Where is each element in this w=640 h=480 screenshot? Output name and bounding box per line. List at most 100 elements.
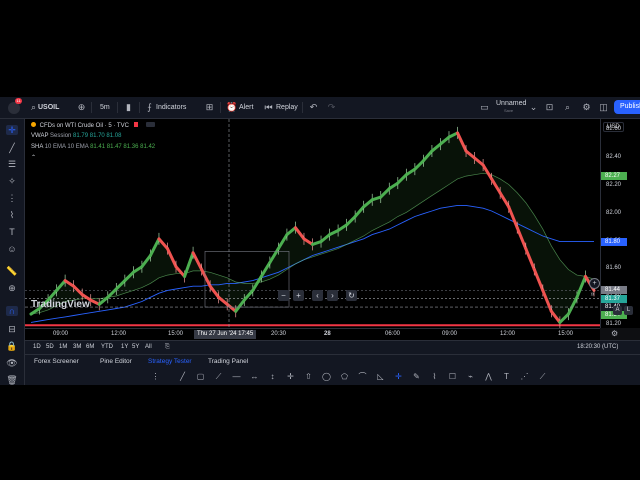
auto-scale-button[interactable]: A	[613, 306, 622, 315]
time-axis-settings-icon[interactable]: ⚙	[611, 329, 618, 338]
price-marker-badge: 81.80	[601, 237, 627, 246]
pen-tool-icon[interactable]: ✎	[411, 371, 422, 382]
bottom-panel-tabs: Forex Screener Pine Editor Strategy Test…	[25, 354, 640, 369]
exchange-logo	[31, 122, 36, 127]
polyline-tool-icon[interactable]: ⌁	[465, 371, 476, 382]
text-tool-icon[interactable]: T	[501, 371, 512, 382]
range-button-ytd[interactable]: YTD	[101, 341, 113, 354]
tab-pine-editor[interactable]: Pine Editor	[100, 355, 132, 369]
add-alert-plus-icon[interactable]: +	[589, 278, 600, 289]
crosshair-tool-icon[interactable]: ✛	[393, 371, 404, 382]
time-tick-label: 12:00	[500, 331, 516, 337]
line-tool-icon[interactable]: ╱	[177, 371, 188, 382]
range-button-5y[interactable]: 5Y	[132, 341, 139, 354]
scroll-left-button[interactable]: ‹	[312, 290, 323, 301]
range-button-all[interactable]: All	[145, 341, 152, 354]
ray-tool-icon[interactable]: ⟋	[213, 371, 224, 382]
price-axis[interactable]: USD 82.6082.4082.2082.0081.8081.6081.408…	[589, 119, 640, 328]
layout-icon[interactable]: ▭	[479, 102, 490, 113]
redo-icon[interactable]: ↷	[326, 102, 337, 113]
reset-chart-button[interactable]: ↻	[346, 290, 357, 301]
log-scale-button[interactable]: L	[624, 306, 633, 315]
replay-button[interactable]: Replay	[276, 97, 298, 118]
fib-retracement-icon[interactable]: ☰	[6, 159, 18, 169]
range-button-1m[interactable]: 1M	[59, 341, 67, 354]
camera-icon[interactable]: ◫	[598, 102, 609, 113]
pattern-icon[interactable]: ✧	[6, 176, 18, 186]
horizontal-line-icon[interactable]: —	[231, 371, 242, 382]
indicators-icon[interactable]: ⨍	[144, 102, 155, 113]
alert-button[interactable]: Alert	[239, 97, 253, 118]
templates-icon[interactable]: ⊞	[204, 102, 215, 113]
zoom-in-button[interactable]: +	[293, 290, 304, 301]
range-button-5d[interactable]: 5D	[46, 341, 54, 354]
range-button-3m[interactable]: 3M	[73, 341, 81, 354]
highlighter-icon[interactable]: ⌇	[429, 371, 440, 382]
drag-handle-icon[interactable]: ⋮	[150, 371, 161, 382]
projection-icon[interactable]: ⋮	[6, 193, 18, 203]
range-button-1d[interactable]: 1D	[33, 341, 41, 354]
pattern-tool-icon[interactable]: ⋰	[519, 371, 530, 382]
alert-icon[interactable]: ⏰	[226, 102, 237, 113]
range-button-6m[interactable]: 6M	[86, 341, 94, 354]
icons-tool-icon[interactable]: ☺	[6, 244, 18, 254]
circle-tool-icon[interactable]: ◯	[321, 371, 332, 382]
time-axis[interactable]: 09:00 12:00 15:00 20:30 28 06:00 09:00 12:00 15:…	[25, 328, 600, 340]
hide-drawings-icon[interactable]: 👁	[6, 358, 18, 368]
chart-type-icon[interactable]: ▮	[123, 102, 134, 113]
collapse-legend-icon[interactable]: ⌃	[31, 154, 36, 161]
curve-tool-icon[interactable]: ⌒	[357, 371, 368, 382]
magnet-icon[interactable]: ∩	[6, 306, 18, 316]
crosshair-icon[interactable]: ✛	[6, 125, 18, 135]
tab-forex-screener[interactable]: Forex Screener	[34, 355, 79, 369]
legend-options-icon[interactable]	[146, 122, 156, 127]
vwap-legend-row[interactable]: VWAP Session 81.79 81.70 81.08	[31, 133, 121, 139]
vertical-line-icon[interactable]: ↕	[267, 371, 278, 382]
brush-icon[interactable]: ⌇	[6, 210, 18, 220]
compare-symbol-icon[interactable]: ⊕	[76, 102, 87, 113]
publish-button[interactable]: Publish	[614, 100, 640, 114]
range-button-1y[interactable]: 1Y	[121, 341, 128, 354]
path-tool-icon[interactable]: ⬠	[339, 371, 350, 382]
tab-strategy-tester[interactable]: Strategy Tester	[148, 355, 192, 369]
settings-gear-icon[interactable]: ⚙	[581, 102, 592, 113]
top-toolbar: 11 ⌕ USOIL ⊕ 5m ▮ ⨍ Indicators ⊞ ⏰ Alert…	[0, 97, 640, 119]
trash-icon[interactable]: 🗑	[6, 375, 18, 385]
note-tool-icon[interactable]: ☐	[447, 371, 458, 382]
indicators-button[interactable]: Indicators	[156, 97, 186, 118]
undo-icon[interactable]: ↶	[308, 102, 319, 113]
rectangle-tool-icon[interactable]: ▢	[195, 371, 206, 382]
replay-icon[interactable]: ⏮	[263, 102, 274, 113]
layout-name[interactable]: Unnamed	[496, 100, 526, 108]
zoom-in-icon[interactable]: ⊕	[6, 283, 18, 293]
zoom-out-button[interactable]: −	[278, 290, 289, 301]
price-marker-badge: 81.44	[601, 286, 627, 295]
brush-tool-icon[interactable]: ⟋	[537, 371, 548, 382]
scroll-to-realtime-icon[interactable]: »	[588, 290, 597, 299]
interval-selector[interactable]: 5m	[100, 97, 110, 118]
text-tool-icon[interactable]: T	[6, 227, 18, 237]
sha-legend-row[interactable]: SHA 10 EMA 10 EMA 81.41 81.47 81.36 81.4…	[31, 144, 155, 150]
price-tick-label: 82.60	[606, 126, 622, 133]
sha-values: 81.41 81.47 81.36 81.42	[90, 144, 156, 150]
cross-line-icon[interactable]: ✛	[285, 371, 296, 382]
zigzag-tool-icon[interactable]: ⋀	[483, 371, 494, 382]
quick-search-icon[interactable]: ⌕	[562, 102, 573, 113]
layouts-grid-icon[interactable]: ⊡	[544, 102, 555, 113]
symbol-search[interactable]: USOIL	[38, 97, 59, 118]
trend-line-icon[interactable]: ╱	[6, 143, 18, 153]
ruler-icon[interactable]: 📏	[6, 266, 18, 276]
arrow-up-icon[interactable]: ⇧	[303, 371, 314, 382]
lock-icon[interactable]: ⊟	[6, 324, 18, 334]
clock-display[interactable]: 18:20:30 (UTC)	[577, 341, 618, 354]
lock-drawings-icon[interactable]: 🔒	[6, 341, 18, 351]
goto-date-icon[interactable]: ⎘	[165, 341, 170, 354]
triangle-tool-icon[interactable]: ◺	[375, 371, 386, 382]
tab-trading-panel[interactable]: Trading Panel	[208, 355, 248, 369]
scroll-right-button[interactable]: ›	[327, 290, 338, 301]
extended-line-icon[interactable]: ↔	[249, 371, 260, 382]
vwap-values: 81.79 81.70 81.08	[73, 133, 122, 139]
chart-pane[interactable]: CFDs on WTI Crude Oil · 5 · TVC VWAP Ses…	[25, 119, 600, 328]
chevron-down-icon[interactable]: ⌄	[528, 102, 539, 113]
time-tick-label: 09:00	[53, 331, 69, 337]
